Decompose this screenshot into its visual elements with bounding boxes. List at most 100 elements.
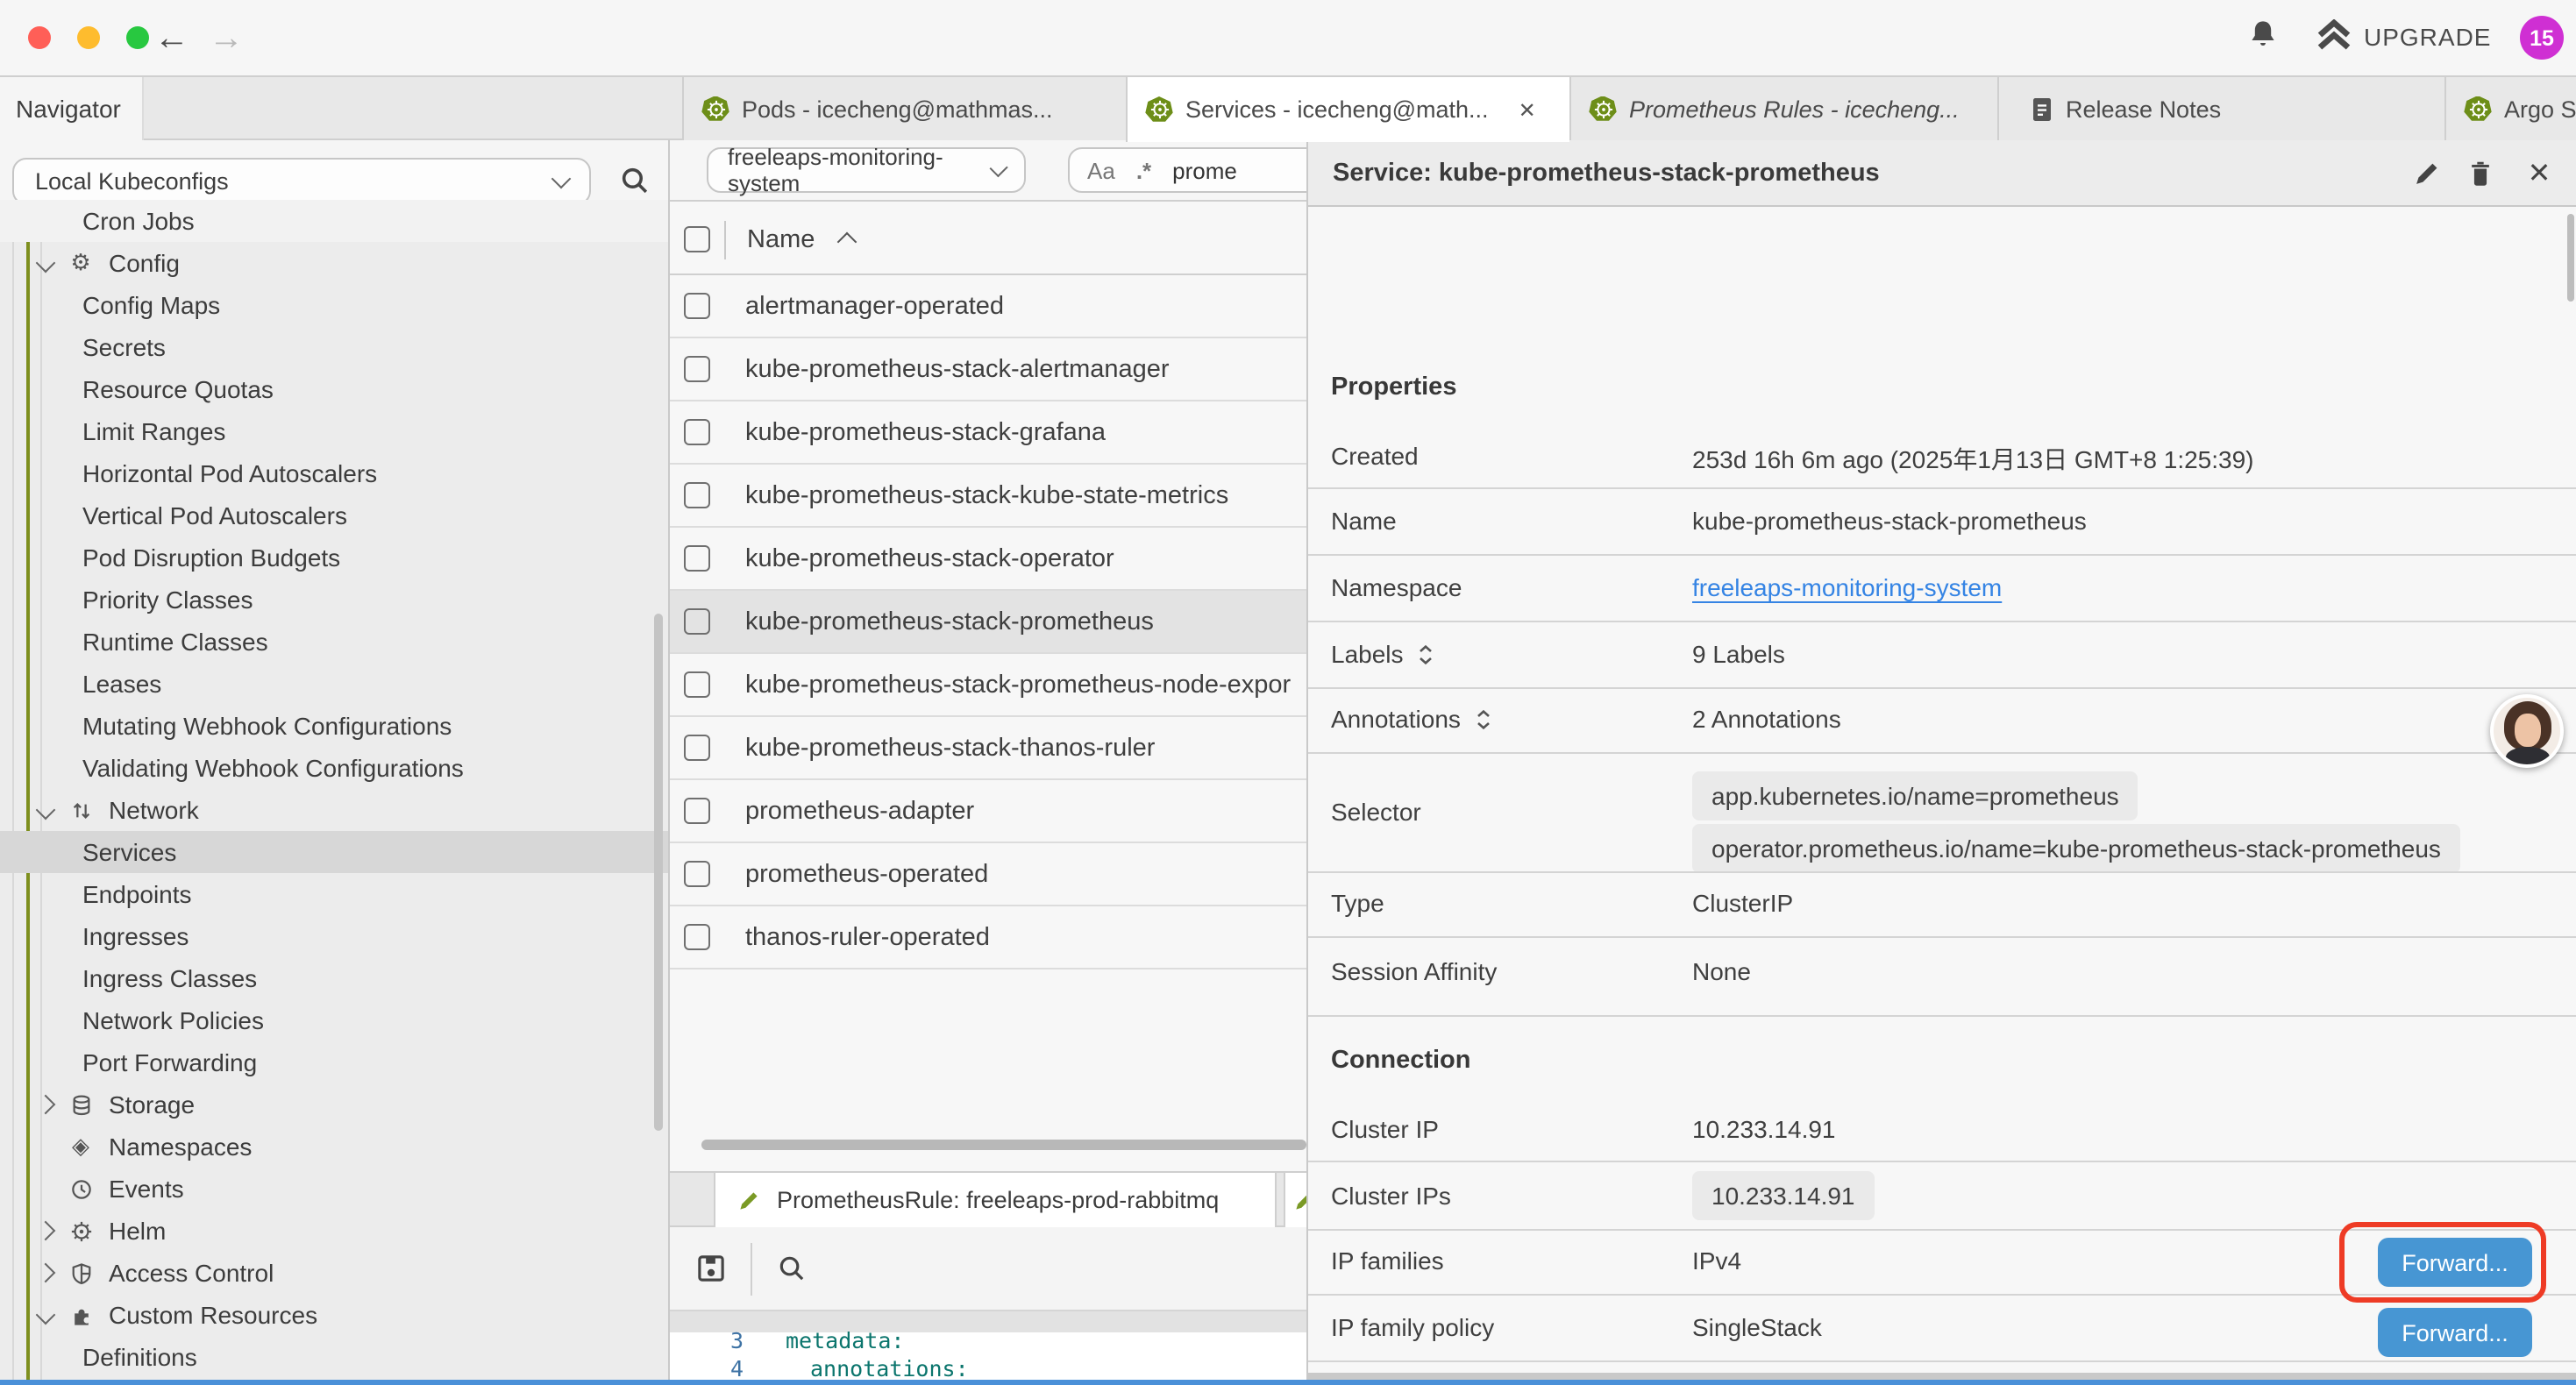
delete-trash-icon[interactable] (2462, 156, 2497, 191)
upgrade-label[interactable]: UPGRADE (2364, 23, 2491, 51)
detail-row-value[interactable]: 9 Labels (1692, 640, 1785, 668)
table-row[interactable]: kube-prometheus-stack-thanos-ruler (670, 717, 1306, 780)
close-window-button[interactable] (28, 26, 51, 49)
sidebar-item-vertical-pod-autoscalers[interactable]: Vertical Pod Autoscalers (0, 494, 668, 536)
row-checkbox[interactable] (684, 798, 710, 824)
row-checkbox[interactable] (684, 545, 710, 572)
sidebar-item-helm[interactable]: Helm (0, 1210, 668, 1252)
table-row[interactable]: kube-prometheus-stack-kube-state-metrics (670, 465, 1306, 528)
table-row[interactable]: thanos-ruler-operated (670, 906, 1306, 970)
yaml-editor[interactable]: 3 metadata: 4 annotations: 5 kubectl.kub… (670, 1332, 1306, 1385)
sidebar-item-definitions[interactable]: Definitions (0, 1336, 668, 1378)
tab-release-notes[interactable]: Release Notes (1997, 77, 2444, 140)
sort-ascending-icon[interactable] (836, 232, 857, 252)
sidebar-search-icon[interactable] (619, 165, 651, 196)
forward-arrow-icon[interactable]: → (209, 14, 244, 63)
close-icon[interactable]: ✕ (2522, 156, 2557, 191)
row-checkbox[interactable] (684, 608, 710, 635)
select-all-checkbox[interactable] (684, 226, 710, 252)
table-row-selected[interactable]: kube-prometheus-stack-prometheus (670, 591, 1306, 654)
table-row[interactable]: prometheus-adapter (670, 780, 1306, 843)
filter-input[interactable]: Aa .* prome (1068, 147, 1306, 193)
row-checkbox[interactable] (684, 671, 710, 698)
tab-services[interactable]: Services - icecheng@math... ✕ (1126, 77, 1569, 142)
name-column-header[interactable]: Name (747, 225, 815, 253)
sidebar-item-cron-jobs[interactable]: Cron Jobs (0, 200, 668, 242)
forward-port-button[interactable]: Forward... (2378, 1308, 2532, 1357)
row-checkbox[interactable] (684, 356, 710, 382)
row-checkbox[interactable] (684, 419, 710, 445)
back-arrow-icon[interactable]: ← (154, 14, 189, 63)
notification-count-badge[interactable]: 15 (2520, 16, 2564, 60)
table-row[interactable]: kube-prometheus-stack-prometheus-node-ex… (670, 654, 1306, 717)
sidebar-item-config[interactable]: ⚙ Config (0, 242, 668, 284)
sidebar-item-ingresses[interactable]: Ingresses (0, 915, 668, 957)
tab-close-icon[interactable]: ✕ (1519, 97, 1536, 122)
detail-row-label: Type (1331, 889, 1384, 917)
sidebar-item-mutating-webhook-configurations[interactable]: Mutating Webhook Configurations (0, 705, 668, 747)
table-row[interactable]: kube-prometheus-stack-grafana (670, 401, 1306, 465)
sidebar-item-storage[interactable]: Storage (0, 1083, 668, 1126)
regex-toggle[interactable]: .* (1136, 157, 1151, 183)
sidebar-item-port-forwarding[interactable]: Port Forwarding (0, 1041, 668, 1083)
sidebar-item-leases[interactable]: Leases (0, 663, 668, 705)
notifications-bell-icon[interactable] (2248, 19, 2278, 53)
sidebar-item-horizontal-pod-autoscalers[interactable]: Horizontal Pod Autoscalers (0, 452, 668, 494)
sidebar-item-ingress-classes[interactable]: Ingress Classes (0, 957, 668, 999)
edit-pencil-icon[interactable] (2409, 156, 2444, 191)
sidebar-item-namespaces[interactable]: ◈ Namespaces (0, 1126, 668, 1168)
namespace-select[interactable]: freeleaps-monitoring-system (707, 147, 1026, 193)
editor-tab-prometheusrule[interactable]: PrometheusRule: freeleaps-prod-rabbitmq (714, 1173, 1277, 1227)
table-row[interactable]: prometheus-operated (670, 843, 1306, 906)
sort-updown-icon[interactable] (1418, 641, 1435, 667)
sidebar-item-network[interactable]: Network (0, 789, 668, 831)
minimize-window-button[interactable] (77, 26, 100, 49)
sidebar-item-validating-webhook-configurations[interactable]: Validating Webhook Configurations (0, 747, 668, 789)
tab-prometheus-rules[interactable]: Prometheus Rules - icecheng... (1569, 77, 1997, 140)
sidebar-item-network-policies[interactable]: Network Policies (0, 999, 668, 1041)
sidebar-item-pod-disruption-budgets[interactable]: Pod Disruption Budgets (0, 536, 668, 579)
sidebar-item-config-maps[interactable]: Config Maps (0, 284, 668, 326)
row-checkbox[interactable] (684, 482, 710, 508)
sidebar-item-resource-quotas[interactable]: Resource Quotas (0, 368, 668, 410)
save-icon[interactable] (696, 1254, 726, 1283)
namespace-link[interactable]: freeleaps-monitoring-system (1692, 573, 2002, 601)
table-row[interactable]: kube-prometheus-stack-alertmanager (670, 338, 1306, 401)
row-separator (1308, 554, 2576, 556)
row-checkbox[interactable] (684, 861, 710, 887)
horizontal-scrollbar-thumb[interactable] (701, 1140, 1306, 1150)
kubeconfig-source-select[interactable]: Local Kubeconfigs (12, 158, 591, 205)
tab-pods[interactable]: Pods - icecheng@mathmas... (682, 77, 1126, 140)
sidebar-item-endpoints[interactable]: Endpoints (0, 873, 668, 915)
editor-search-icon[interactable] (777, 1254, 807, 1283)
row-checkbox[interactable] (684, 293, 710, 319)
sidebar-item-limit-ranges[interactable]: Limit Ranges (0, 410, 668, 452)
chevron-right-icon (36, 1263, 56, 1283)
sidebar-item-custom-resources[interactable]: Custom Resources (0, 1294, 668, 1336)
table-row[interactable]: alertmanager-operated (670, 275, 1306, 338)
sidebar-scrollbar-thumb[interactable] (654, 614, 663, 1131)
navigator-sidebar: Local Kubeconfigs Cron Jobs ⚙ Config Con… (0, 140, 670, 1385)
tab-navigator[interactable]: Navigator (0, 77, 144, 140)
editor-scroll-strip[interactable] (670, 1311, 1306, 1332)
sidebar-item-services[interactable]: Services (0, 831, 668, 873)
editor-tab-partial[interactable] (1284, 1173, 1306, 1227)
sidebar-item-access-control[interactable]: Access Control (0, 1252, 668, 1294)
detail-scrollbar-thumb[interactable] (2567, 214, 2574, 302)
detail-row-value[interactable]: 2 Annotations (1692, 705, 1841, 733)
sidebar-item-priority-classes[interactable]: Priority Classes (0, 579, 668, 621)
sidebar-item-events[interactable]: Events (0, 1168, 668, 1210)
row-checkbox[interactable] (684, 924, 710, 950)
row-checkbox[interactable] (684, 735, 710, 761)
detail-row-label: IP families (1331, 1246, 1444, 1275)
match-case-toggle[interactable]: Aa (1087, 157, 1115, 183)
sidebar-item-runtime-classes[interactable]: Runtime Classes (0, 621, 668, 663)
tab-argo[interactable]: Argo Se (2444, 77, 2576, 140)
table-row[interactable]: kube-prometheus-stack-operator (670, 528, 1306, 591)
upgrade-chevrons-icon[interactable] (2315, 19, 2353, 54)
detail-horizontal-scrollbar[interactable] (1308, 1373, 2576, 1380)
sidebar-item-secrets[interactable]: Secrets (0, 326, 668, 368)
sort-updown-icon[interactable] (1475, 706, 1492, 732)
avatar[interactable] (2490, 694, 2564, 768)
maximize-window-button[interactable] (126, 26, 149, 49)
